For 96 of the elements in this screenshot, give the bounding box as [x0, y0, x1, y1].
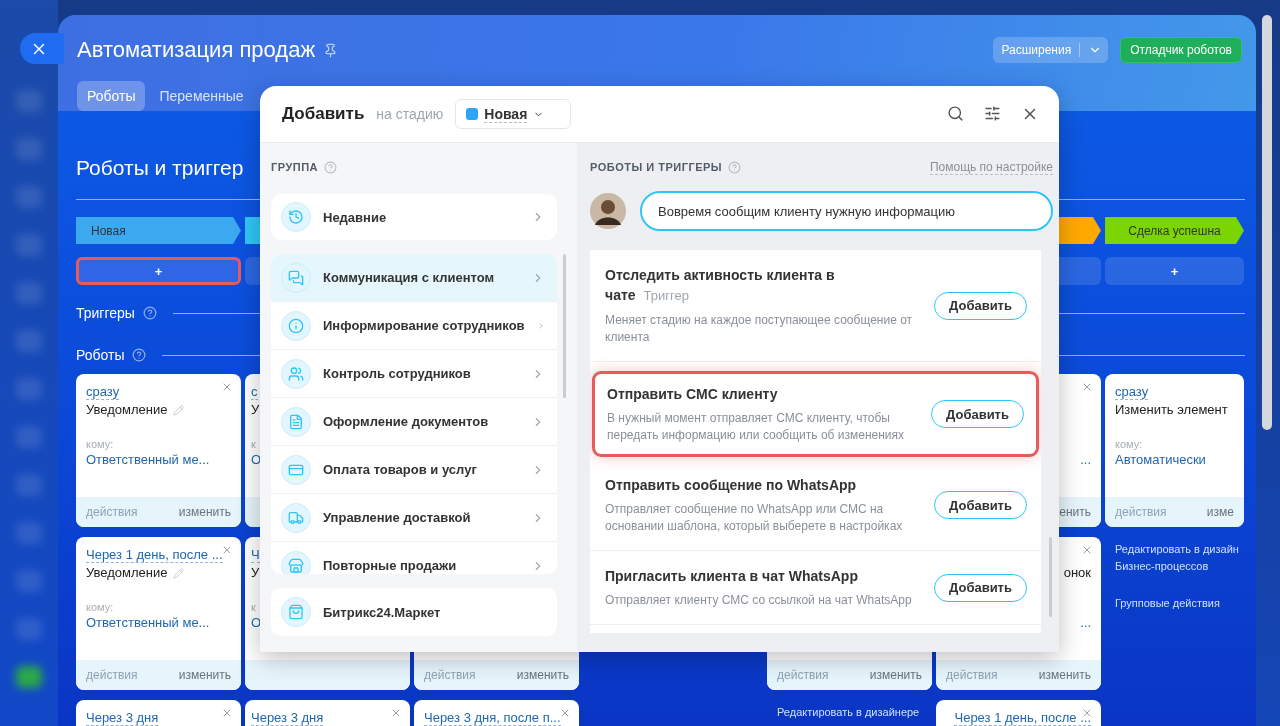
recipient-link[interactable]: Автоматически [1115, 452, 1206, 467]
people-icon [288, 365, 304, 382]
tab[interactable]: Переменные [149, 81, 254, 111]
delay-link[interactable]: сразу [86, 384, 120, 400]
recipient-label: к [251, 438, 256, 450]
settings-icon [984, 105, 1001, 122]
close-icon[interactable] [221, 544, 233, 556]
robot-title: Уведомление [86, 563, 185, 583]
close-icon[interactable] [221, 707, 233, 719]
robot-title: У [251, 401, 260, 419]
section-label: Триггеры [76, 305, 135, 321]
avatar [590, 193, 626, 229]
edit-link[interactable]: изме [1206, 505, 1234, 519]
close-button[interactable] [20, 33, 64, 64]
recipient-link[interactable]: ... [1080, 452, 1091, 467]
close-icon[interactable] [1081, 381, 1093, 393]
delay-link[interactable]: Через 3 дня [251, 710, 324, 726]
search-icon [947, 105, 964, 122]
close-icon[interactable] [1081, 544, 1093, 556]
robot-option-title: Отследить активность клиента в чате Триггер [605, 266, 836, 305]
robot-title: У [251, 564, 260, 582]
close-icon[interactable] [1081, 707, 1093, 719]
delay-link[interactable]: Ч [251, 547, 260, 563]
recipient-label: кому: [86, 438, 114, 450]
stage-header[interactable]: Сделка успешна [1105, 217, 1244, 244]
robot-title: Изменить элемент [1115, 401, 1228, 419]
close-icon[interactable] [559, 707, 571, 719]
robot-title: онок [1063, 564, 1091, 582]
group-item[interactable]: Недавние [271, 194, 557, 240]
section-label: Роботы [76, 347, 125, 363]
recipient-link[interactable]: Ответственный ме... [86, 615, 210, 630]
delay-link[interactable]: с [251, 384, 258, 400]
chat-icon [288, 269, 304, 286]
robot-option-title: Отправить сообщение по WhatsApp [605, 476, 858, 495]
add-robot-button[interactable]: + [1105, 257, 1244, 285]
add-button[interactable]: Добавить [931, 400, 1024, 428]
close-icon[interactable] [390, 707, 402, 719]
settings-button[interactable] [984, 105, 1001, 123]
search-button[interactable] [947, 105, 964, 123]
recipient-label: к [251, 601, 256, 613]
robot-option-description: Отправляет сообщение по WhatsApp или СМС на основании шаблона, который выберете в настройках [605, 501, 904, 535]
recipient-link[interactable]: О [251, 615, 262, 630]
robot-option-description: Меняет стадию на каждое поступающее сообщение от клиента [605, 312, 914, 346]
recipient-link[interactable]: ... [1080, 615, 1091, 630]
delay-link[interactable]: Через 3 дня [86, 710, 159, 726]
add-robot-button[interactable]: + [76, 257, 241, 285]
store-icon [288, 557, 304, 574]
market-item[interactable]: Битрикс24.Маркет [271, 588, 557, 636]
robots-heading: РОБОТЫ И ТРИГГЕРЫ [590, 160, 742, 174]
stage-select[interactable]: Новая [455, 99, 572, 129]
recipient-link[interactable]: О [251, 452, 262, 467]
robot-option-title: Отправить СМС клиенту [607, 385, 779, 404]
group-item[interactable]: Коммуникация с клиентом [271, 254, 557, 302]
edit-link[interactable]: изменить [178, 668, 231, 682]
designer-link[interactable]: Групповые действия [1115, 595, 1244, 612]
help-icon[interactable] [132, 348, 147, 362]
recipient-label: кому: [86, 601, 114, 613]
help-icon[interactable] [142, 306, 157, 320]
history-icon [288, 209, 304, 225]
recipient-link[interactable]: Ответственный ме... [86, 452, 210, 467]
edit-link[interactable]: изменить [178, 505, 231, 519]
edit-link[interactable]: енить [1059, 505, 1091, 519]
add-button[interactable]: Добавить [934, 573, 1027, 602]
add-button[interactable]: Добавить [934, 291, 1027, 320]
stage-header[interactable]: Новая [76, 217, 241, 244]
help-icon[interactable] [728, 160, 742, 174]
dialog-title: Добавить [282, 104, 365, 124]
info-icon [288, 317, 304, 334]
delay-link[interactable]: сразу [1115, 384, 1149, 400]
designer-link[interactable]: Редактировать в дизайн Бизнес-процессов [1115, 541, 1244, 575]
recipient-label: кому: [1115, 438, 1143, 450]
delay-link[interactable]: Через 1 день, после ... [86, 547, 223, 563]
edit-link[interactable]: изменить [516, 668, 569, 682]
close-icon[interactable] [221, 381, 233, 393]
add-button[interactable]: Добавить [934, 491, 1027, 519]
bag-icon [288, 604, 304, 620]
page-title: Автоматизация продаж [77, 35, 339, 65]
truck-icon [288, 509, 304, 526]
designer-link[interactable]: Редактировать в дизайнере [777, 704, 932, 721]
group-heading: ГРУППА [271, 160, 338, 174]
pencil-icon[interactable] [173, 567, 185, 579]
help-icon[interactable] [324, 160, 338, 174]
robot-option-description: Отправляет клиенту СМС со ссылкой на чат WhatsApp [605, 592, 913, 609]
pin-icon[interactable] [323, 42, 339, 58]
edit-link[interactable]: изменить [869, 668, 922, 682]
hint-bubble: Вовремя сообщим клиенту нужную информацию [640, 191, 1053, 231]
delay-link[interactable]: Через 1 день, после ... [954, 710, 1091, 726]
document-icon [288, 413, 304, 430]
robot-title: Уведомление [86, 400, 185, 420]
section-heading: Роботы и триггер [76, 155, 244, 181]
delay-link[interactable]: Через 3 дня, после п... [424, 710, 561, 726]
edit-link[interactable]: изменить [1038, 668, 1091, 682]
dialog-subtitle: на стадию [376, 106, 444, 122]
pencil-icon[interactable] [173, 404, 185, 416]
robot-option-description: В нужный момент отправляет СМС клиенту, чтобы передать информацию или сообщить об изменениях [607, 410, 906, 444]
robot-option-title: Пригласить клиента в чат WhatsApp [605, 567, 859, 586]
